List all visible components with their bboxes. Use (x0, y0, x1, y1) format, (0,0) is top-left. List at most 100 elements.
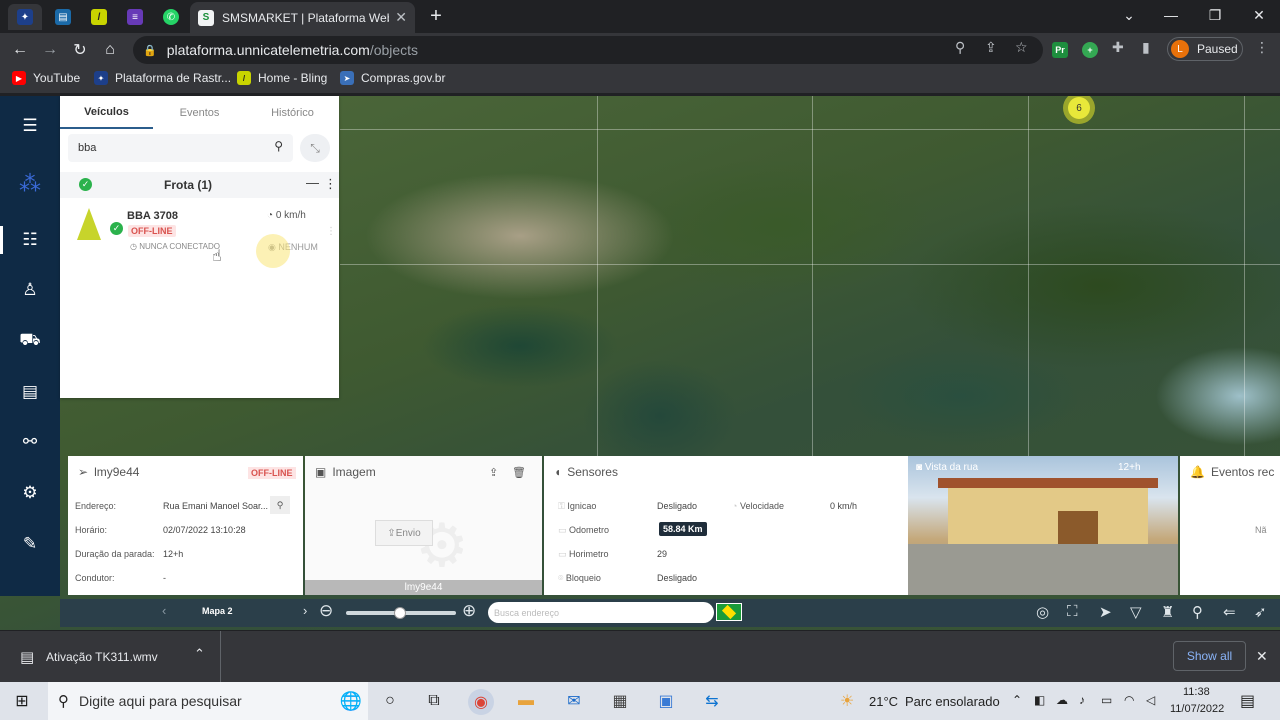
tray-app-icon[interactable]: ◧ (1034, 693, 1045, 707)
teamviewer-icon[interactable]: ⇆ (700, 689, 724, 713)
forward-arrow-icon[interactable]: → (39, 39, 61, 61)
download-chevron-up-icon[interactable]: ⌃ (194, 646, 205, 662)
upload-icon[interactable]: ⇪ (489, 466, 498, 479)
vehicle-list-item[interactable]: ✓ BBA 3708 OFF-LINE ◔ 0 km/h ◷ NUNCA CON… (60, 200, 339, 260)
pinned-tab-whatsapp[interactable]: ✆ (154, 4, 188, 30)
battery-icon[interactable]: ▭ (1101, 693, 1112, 707)
taskbar-search-box[interactable]: ⚲ Digite aqui para pesquisar 🌐 (48, 682, 368, 720)
nav-settings-gear-icon[interactable]: ⚙ (18, 481, 42, 505)
profile-paused-button[interactable]: L Paused (1167, 37, 1243, 61)
side-panel-icon[interactable]: ▮ (1142, 39, 1150, 56)
download-file-name[interactable]: Ativação TK311.wmv (46, 650, 158, 664)
collapse-icon[interactable]: ⤡ (300, 134, 330, 162)
onedrive-cloud-icon[interactable]: ☁ (1056, 693, 1068, 707)
layers-icon[interactable]: ◎ (1036, 603, 1049, 621)
tab-eventos[interactable]: Eventos (153, 96, 246, 129)
share-icon[interactable]: ⇪ (985, 39, 997, 56)
zoom-in-icon[interactable]: ⊕ (462, 601, 476, 621)
zoom-out-icon[interactable]: ⊖ (319, 601, 333, 621)
vehicle-status-badge: OFF-LINE (128, 225, 176, 237)
filter-icon[interactable]: ▽ (1130, 603, 1142, 621)
microphone-icon[interactable]: ♪ (1079, 693, 1085, 707)
address-bar[interactable]: 🔒 plataforma.unnicatelemetria.com/object… (133, 36, 1043, 64)
cortana-icon[interactable]: ○ (378, 689, 402, 713)
tab-historico[interactable]: Histórico (246, 96, 339, 129)
bookmark-youtube[interactable]: ▶ YouTube (12, 71, 80, 85)
reload-icon[interactable]: ↻ (69, 39, 91, 61)
map-selector[interactable]: Mapa 2 (202, 606, 233, 616)
info-card-id: lmy9e44 (94, 465, 140, 479)
active-tab[interactable]: S SMSMARKET | Plataforma Web | ✕ (190, 2, 415, 33)
lock-key-text: Bloqueio (565, 573, 601, 583)
fleet-group-row[interactable]: ✓ Frota (1) — ⋮ (60, 172, 339, 198)
vehicle-menu-icon[interactable]: ⋮ (326, 226, 336, 237)
house-roof (938, 478, 1158, 488)
pinned-tab-2[interactable]: ▤ (46, 4, 80, 30)
street-view-image[interactable]: ◙ Vista da rua 12+h (908, 456, 1178, 595)
prev-map-chevron-left-icon[interactable]: ‹ (162, 603, 166, 618)
mail-icon[interactable]: ✉ (562, 689, 586, 713)
collapse-group-icon[interactable]: — (306, 175, 319, 190)
search-icon[interactable]: ⚲ (274, 139, 283, 153)
extension-pr-icon[interactable]: Pr (1052, 42, 1068, 58)
nav-user-icon[interactable]: ♙ (18, 278, 42, 302)
extension-plus-icon[interactable]: + (1082, 42, 1098, 58)
send-button[interactable]: ⇪ Envio (375, 520, 433, 546)
bookmark-plataforma[interactable]: ✦ Plataforma de Rastr... (94, 71, 231, 85)
task-view-icon[interactable]: ⧉ (422, 689, 446, 713)
fullscreen-icon[interactable]: ⛶ (1067, 603, 1078, 620)
minimize-icon[interactable]: — (1149, 0, 1193, 30)
pinned-tab-forms[interactable]: ≡ (118, 4, 152, 30)
tab-veiculos[interactable]: Veículos (60, 96, 153, 129)
nav-wrench-icon[interactable]: ✎ (18, 532, 42, 556)
map-pin-icon[interactable]: ⚲ (270, 496, 290, 514)
pinned-tab-bling[interactable]: / (82, 4, 116, 30)
vehicle-cluster-marker[interactable]: 6 (1063, 96, 1095, 124)
tab-close-icon[interactable]: ✕ (395, 9, 407, 26)
home-icon[interactable]: ⌂ (99, 39, 121, 61)
locate-arrow-icon[interactable]: ➤ (1099, 603, 1112, 621)
measure-arrow-icon[interactable]: ➶ (1254, 603, 1267, 621)
brazil-flag-icon[interactable] (716, 603, 742, 621)
nav-car-icon[interactable]: ⛟ (18, 329, 42, 353)
tab-search-chevron-down-icon[interactable]: ⌄ (1107, 0, 1151, 30)
chrome-menu-icon[interactable]: ⋮ (1255, 39, 1269, 56)
new-tab-button[interactable]: + (425, 5, 447, 27)
clock-time[interactable]: 11:38 (1183, 686, 1210, 698)
notifications-icon[interactable]: ▤ (1240, 691, 1255, 711)
volume-icon[interactable]: ◁ (1146, 693, 1155, 707)
street-view-person-icon[interactable]: ♜ (1161, 603, 1174, 621)
nav-share-icon[interactable]: ⚯ (18, 430, 42, 454)
bookmark-star-icon[interactable]: ☆ (1015, 39, 1028, 56)
bookmark-bling[interactable]: / Home - Bling (237, 71, 327, 85)
windows-start-icon[interactable]: ⊞ (10, 689, 34, 713)
clock-date[interactable]: 11/07/2022 (1170, 703, 1224, 715)
route-icon[interactable]: ⇐ (1223, 603, 1236, 621)
pinned-tab-rastreamento[interactable]: ✦ (8, 4, 42, 30)
app-window-icon[interactable]: ▣ (654, 689, 678, 713)
chrome-taskbar-icon[interactable]: ◉ (468, 689, 494, 715)
map-marker-icon[interactable]: ⚲ (1192, 603, 1203, 621)
back-arrow-icon[interactable]: ← (9, 39, 31, 61)
extensions-puzzle-icon[interactable]: ✚ (1112, 39, 1124, 56)
address-search-input[interactable] (488, 602, 714, 623)
zoom-magnifier-icon[interactable]: ⚲ (955, 39, 965, 56)
tray-chevron-up-icon[interactable]: ⌃ (1012, 693, 1022, 707)
next-map-chevron-right-icon[interactable]: › (303, 603, 307, 618)
bookmark-compras[interactable]: ➤ Compras.gov.br (340, 71, 445, 85)
wifi-icon[interactable]: ◠ (1124, 693, 1134, 707)
maximize-icon[interactable]: ❐ (1193, 0, 1237, 30)
menu-hamburger-icon[interactable]: ☰ (18, 114, 42, 138)
calculator-icon[interactable]: ▦ (608, 689, 632, 713)
weather-text[interactable]: Parc ensolarado (905, 694, 1000, 709)
file-explorer-icon[interactable]: ▬ (514, 689, 538, 713)
vehicle-search-input[interactable] (78, 139, 268, 157)
zoom-slider-thumb[interactable] (394, 607, 406, 619)
download-bar-close-icon[interactable]: ✕ (1256, 648, 1268, 665)
nav-report-icon[interactable]: ▤ (18, 380, 42, 404)
show-all-button[interactable]: Show all (1173, 641, 1246, 671)
group-menu-icon[interactable]: ⋮ (324, 176, 337, 192)
nav-list-icon[interactable]: ☷ (18, 228, 42, 252)
window-close-icon[interactable]: ✕ (1237, 0, 1280, 30)
trash-icon[interactable]: 🗑 (512, 466, 526, 479)
